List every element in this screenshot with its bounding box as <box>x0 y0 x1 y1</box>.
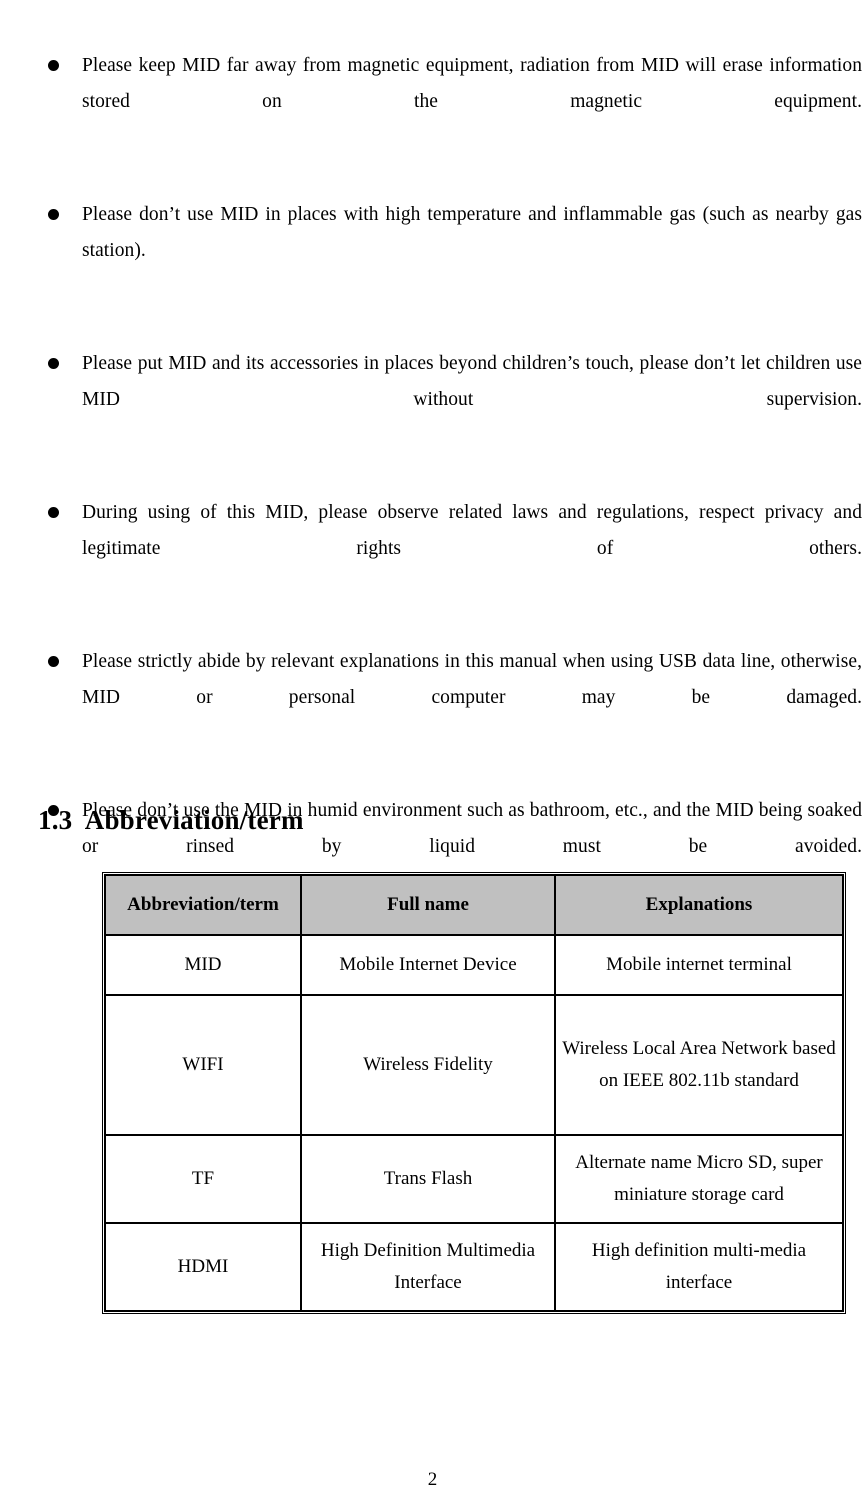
document-page: Please keep MID far away from magnetic e… <box>0 0 865 1506</box>
list-item: Please don’t use MID in places with high… <box>0 197 865 305</box>
page-number: 2 <box>427 1469 438 1490</box>
table-row: TF Trans Flash Alternate name Micro SD, … <box>105 1135 843 1223</box>
cell-full-name: Trans Flash <box>301 1135 555 1223</box>
bullet-point-icon <box>48 507 59 518</box>
table-row: WIFI Wireless Fidelity Wireless Local Ar… <box>105 995 843 1135</box>
list-item: Please put MID and its accessories in pl… <box>0 346 865 454</box>
cell-explanation: Alternate name Micro SD, super miniature… <box>555 1135 843 1223</box>
list-item: Please keep MID far away from magnetic e… <box>0 48 865 156</box>
cell-abbreviation: TF <box>105 1135 301 1223</box>
column-header-abbreviation: Abbreviation/term <box>105 875 301 935</box>
cell-full-name: High Definition Multimedia Interface <box>301 1223 555 1311</box>
bullet-point-icon <box>48 358 59 369</box>
bullet-text: Please put MID and its accessories in pl… <box>82 353 862 410</box>
table-header-row: Abbreviation/term Full name Explanations <box>105 875 843 935</box>
cell-full-name: Wireless Fidelity <box>301 995 555 1135</box>
bullet-point-icon <box>48 60 59 71</box>
bullet-point-icon <box>48 209 59 220</box>
bullet-point-icon <box>48 656 59 667</box>
abbreviation-table: Abbreviation/term Full name Explanations… <box>102 872 846 1314</box>
table-row: HDMI High Definition Multimedia Interfac… <box>105 1223 843 1311</box>
list-item: Please strictly abide by relevant explan… <box>0 644 865 752</box>
table-row: MID Mobile Internet Device Mobile intern… <box>105 935 843 995</box>
bullet-text: During using of this MID, please observe… <box>82 502 862 559</box>
bullet-text: Please keep MID far away from magnetic e… <box>82 55 862 112</box>
cell-explanation: Wireless Local Area Network based on IEE… <box>555 995 843 1135</box>
list-item: During using of this MID, please observe… <box>0 495 865 603</box>
cell-abbreviation: HDMI <box>105 1223 301 1311</box>
cell-full-name: Mobile Internet Device <box>301 935 555 995</box>
column-header-full-name: Full name <box>301 875 555 935</box>
abbreviation-table-container: Abbreviation/term Full name Explanations… <box>102 872 846 1314</box>
cell-abbreviation: WIFI <box>105 995 301 1135</box>
bullet-text: Please don’t use MID in places with high… <box>82 204 862 261</box>
cell-explanation: High definition multi-media interface <box>555 1223 843 1311</box>
column-header-explanations: Explanations <box>555 875 843 935</box>
bullet-text: Please strictly abide by relevant explan… <box>82 651 862 708</box>
cell-explanation: Mobile internet terminal <box>555 935 843 995</box>
cell-abbreviation: MID <box>105 935 301 995</box>
section-heading: 1.3 Abbreviation/term <box>38 805 304 836</box>
